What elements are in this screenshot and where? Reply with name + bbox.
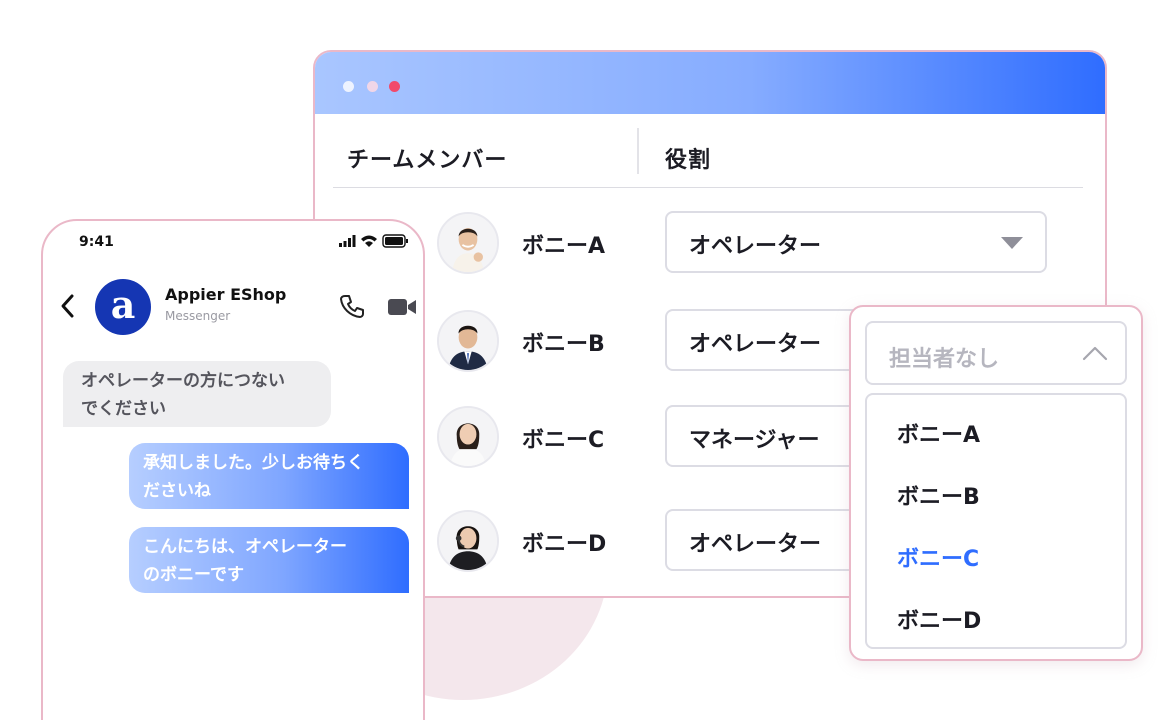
incoming-message: オペレーターの方につない でください (63, 361, 331, 427)
chat-subtitle: Messenger (165, 309, 231, 323)
window-dot-2[interactable] (367, 81, 378, 92)
role-select[interactable]: オペレーター (665, 211, 1047, 273)
status-time: 9:41 (79, 234, 114, 250)
caret-down-icon (1001, 237, 1023, 249)
message-line: ださいね (143, 481, 211, 501)
member-name: ボニーB (522, 332, 605, 357)
role-value: オペレーター (689, 332, 822, 357)
outgoing-message: こんにちは、オペレーター のボニーです (129, 527, 409, 593)
avatar (437, 510, 499, 572)
assignee-options-list: ボニーA ボニーB ボニーC ボニーD (865, 393, 1127, 649)
outgoing-message: 承知しました。少しお待ちく ださいね (129, 443, 409, 509)
message-line: でください (81, 399, 166, 419)
column-divider (637, 128, 639, 174)
window-titlebar (315, 52, 1105, 114)
column-header-member: チームメンバー (347, 148, 508, 173)
window-dot-close[interactable] (389, 81, 400, 92)
role-value: マネージャー (689, 428, 820, 453)
back-arrow-icon[interactable] (59, 293, 75, 319)
member-name: ボニーC (522, 428, 605, 453)
assignee-option[interactable]: ボニーB (897, 479, 980, 511)
wifi-icon (361, 235, 377, 242)
chevron-up-icon (1082, 346, 1108, 361)
assignee-placeholder: 担当者なし (889, 347, 1000, 372)
assignee-option[interactable]: ボニーD (897, 603, 981, 635)
role-value: オペレーター (689, 234, 822, 259)
avatar (437, 406, 499, 468)
avatar: a (95, 279, 151, 335)
header-divider (333, 187, 1083, 188)
member-name: ボニーA (522, 234, 606, 259)
column-header-role: 役割 (665, 148, 712, 173)
status-icons (339, 234, 408, 248)
person-photo-icon (439, 312, 497, 370)
person-photo-icon (439, 512, 497, 570)
person-photo-icon (439, 214, 497, 272)
video-call-icon[interactable] (387, 296, 417, 318)
phone-chat: 9:41 a Appier EShop Messenger オペレーターの方につ… (41, 219, 425, 720)
message-line: オペレーターの方につない (81, 371, 285, 391)
role-value: オペレーター (689, 532, 822, 557)
assignee-dropdown: 担当者なし ボニーA ボニーB ボニーC ボニーD (849, 305, 1143, 661)
phone-call-icon[interactable] (339, 293, 365, 319)
member-name: ボニーD (522, 532, 607, 557)
person-photo-icon (439, 408, 497, 466)
avatar (437, 310, 499, 372)
avatar (437, 212, 499, 274)
message-line: 承知しました。少しお待ちく (143, 453, 364, 473)
window-dot-1[interactable] (343, 81, 354, 92)
assignee-option-selected[interactable]: ボニーC (897, 541, 979, 573)
assignee-select[interactable]: 担当者なし (865, 321, 1127, 385)
assignee-option[interactable]: ボニーA (897, 417, 980, 449)
member-row: ボニーA オペレーター (315, 209, 1105, 275)
message-line: こんにちは、オペレーター (143, 537, 347, 557)
chat-title: Appier EShop (165, 285, 287, 304)
signal-icon (339, 243, 342, 247)
message-line: のボニーです (143, 565, 244, 585)
